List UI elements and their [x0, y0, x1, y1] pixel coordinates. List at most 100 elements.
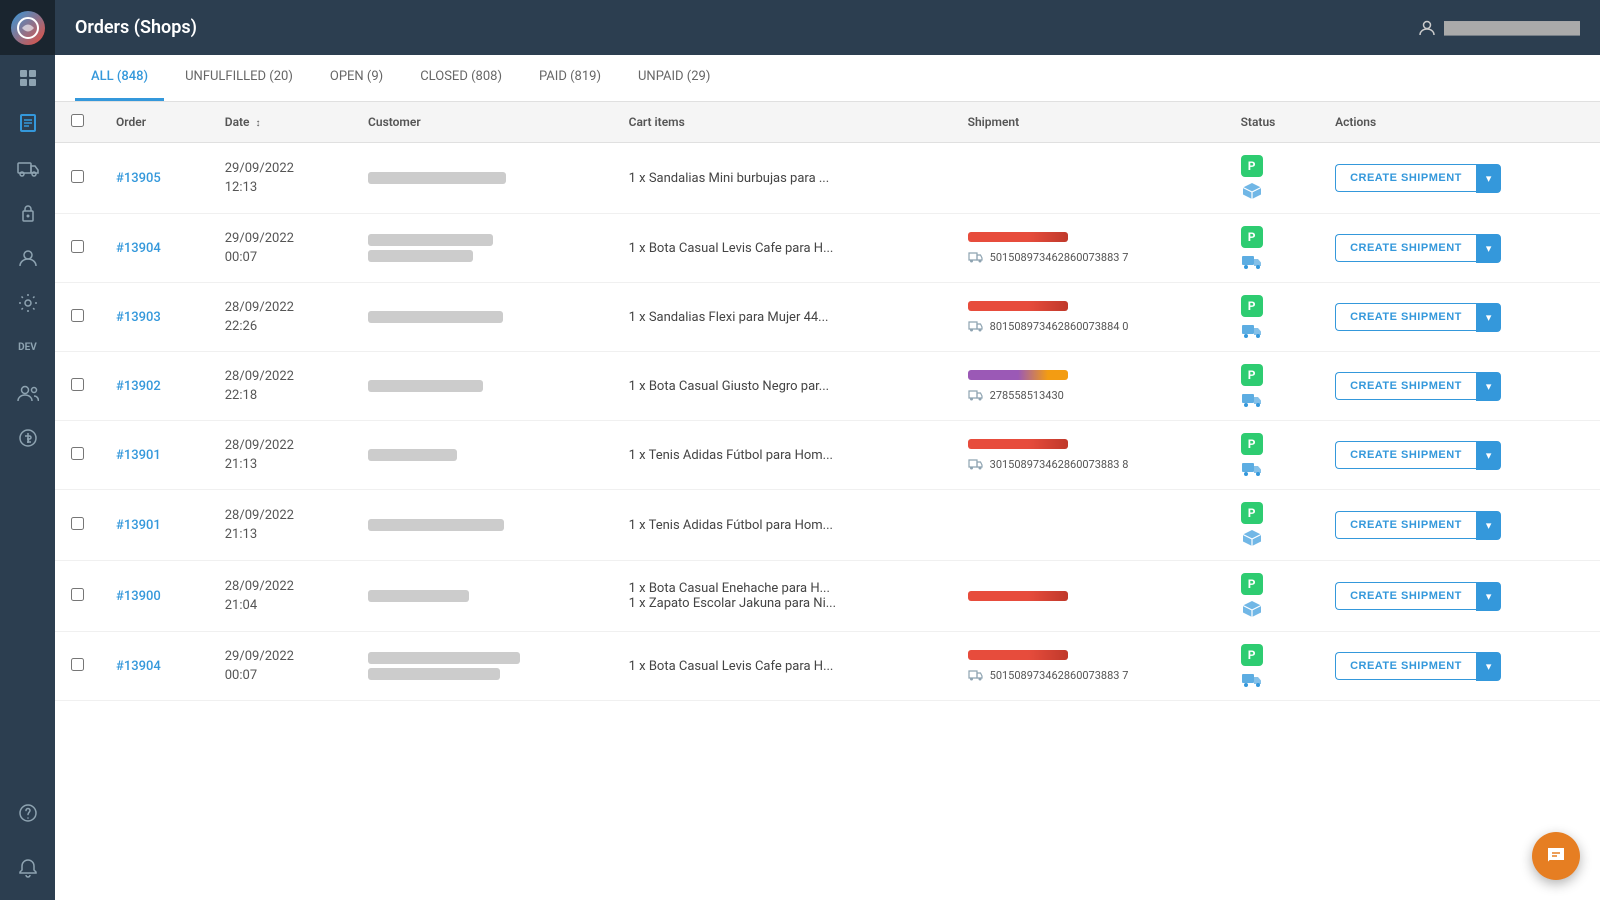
col-date[interactable]: Date ↕: [209, 102, 352, 143]
shipment-cell: [952, 143, 1225, 214]
create-shipment-button[interactable]: CREATE SHIPMENT: [1335, 441, 1476, 469]
shipment-bar: [968, 301, 1068, 311]
select-all-header: [55, 102, 100, 143]
status-cell: P: [1225, 561, 1319, 632]
row-checkbox-1[interactable]: [71, 240, 84, 253]
sidebar-item-help[interactable]: [0, 790, 55, 835]
create-shipment-button[interactable]: CREATE SHIPMENT: [1335, 652, 1476, 680]
order-link-5[interactable]: #13901: [116, 518, 161, 533]
tab-paid[interactable]: PAID (819): [523, 55, 617, 101]
sidebar-item-shipping[interactable]: [0, 145, 55, 190]
shipment-cell: 301508973462860073883 8: [952, 421, 1225, 490]
date-cell: 29/09/202200:07: [209, 632, 352, 701]
sidebar-item-admin[interactable]: [0, 235, 55, 280]
cart-item: 1 x Zapato Escolar Jakuna para Ni...: [629, 596, 936, 611]
shipment-cell: 278558513430: [952, 352, 1225, 421]
create-shipment-wrapper: CREATE SHIPMENT ▾: [1335, 582, 1584, 611]
cart-item: 1 x Sandalias Flexi para Mujer 44...: [629, 310, 829, 325]
create-shipment-button[interactable]: CREATE SHIPMENT: [1335, 372, 1476, 400]
date-cell: 28/09/202221:04: [209, 561, 352, 632]
customer-cell: [352, 143, 613, 214]
cart-item: 1 x Tenis Adidas Fútbol para Hom...: [629, 518, 833, 533]
sidebar-item-security[interactable]: [0, 190, 55, 235]
date-cell: 28/09/202222:18: [209, 352, 352, 421]
create-shipment-button[interactable]: CREATE SHIPMENT: [1335, 511, 1476, 539]
row-checkbox-7[interactable]: [71, 658, 84, 671]
sort-icon: ↕: [255, 118, 260, 129]
tab-closed[interactable]: CLOSED (808): [404, 55, 518, 101]
tab-all[interactable]: ALL (848): [75, 55, 164, 101]
status-cell: P: [1225, 632, 1319, 701]
row-checkbox-2[interactable]: [71, 309, 84, 322]
create-shipment-dropdown[interactable]: ▾: [1476, 164, 1502, 193]
shipment-bar: [968, 650, 1068, 660]
cart-items-cell: 1 x Tenis Adidas Fútbol para Hom...: [613, 421, 952, 490]
row-checkbox-5[interactable]: [71, 517, 84, 530]
actions-cell: CREATE SHIPMENT ▾: [1319, 632, 1600, 701]
create-shipment-button[interactable]: CREATE SHIPMENT: [1335, 582, 1476, 610]
row-checkbox-4[interactable]: [71, 447, 84, 460]
actions-cell: CREATE SHIPMENT ▾: [1319, 352, 1600, 421]
tab-open[interactable]: OPEN (9): [314, 55, 399, 101]
status-badge-p: P: [1241, 226, 1263, 248]
truck-icon: [968, 668, 984, 682]
row-checkbox-3[interactable]: [71, 378, 84, 391]
select-all-checkbox[interactable]: [71, 114, 84, 127]
sidebar-item-settings[interactable]: [0, 280, 55, 325]
order-link-7[interactable]: #13904: [116, 659, 161, 674]
tab-unpaid[interactable]: UNPAID (29): [622, 55, 726, 101]
sidebar-item-orders[interactable]: [0, 100, 55, 145]
table-row: #1390328/09/202222:26 1 x Sandalias Flex…: [55, 283, 1600, 352]
cart-items-cell: 1 x Sandalias Flexi para Mujer 44...: [613, 283, 952, 352]
row-checkbox-6[interactable]: [71, 588, 84, 601]
table-row: #1390128/09/202221:13 1 x Tenis Adidas F…: [55, 490, 1600, 561]
sidebar-item-dashboard[interactable]: [0, 55, 55, 100]
sidebar-item-finance[interactable]: [0, 415, 55, 460]
shipment-bar: [968, 232, 1068, 242]
tab-unfulfilled[interactable]: UNFULFILLED (20): [169, 55, 309, 101]
customer-cell: [352, 283, 613, 352]
order-link-3[interactable]: #13902: [116, 379, 161, 394]
create-shipment-button[interactable]: CREATE SHIPMENT: [1335, 164, 1476, 192]
create-shipment-button[interactable]: CREATE SHIPMENT: [1335, 303, 1476, 331]
order-link-2[interactable]: #13903: [116, 310, 161, 325]
sidebar-item-team[interactable]: [0, 370, 55, 415]
order-link-4[interactable]: #13901: [116, 448, 161, 463]
user-email: ████████████████: [1444, 21, 1580, 35]
actions-cell: CREATE SHIPMENT ▾: [1319, 214, 1600, 283]
cart-item: 1 x Tenis Adidas Fútbol para Hom...: [629, 448, 833, 463]
shipment-bar: [968, 591, 1068, 601]
table-row: #1390429/09/202200:07 1 x Bota Casual Le…: [55, 214, 1600, 283]
shipment-cell: 501508973462860073883 7: [952, 214, 1225, 283]
shipment-cell: [952, 561, 1225, 632]
status-cell: P: [1225, 143, 1319, 214]
orders-table: Order Date ↕ Customer Cart items Shipmen…: [55, 102, 1600, 701]
topbar: Orders (Shops) ████████████████: [55, 0, 1600, 55]
create-shipment-dropdown[interactable]: ▾: [1476, 234, 1502, 263]
truck-icon: [968, 319, 984, 333]
date-cell: 29/09/202200:07: [209, 214, 352, 283]
create-shipment-dropdown[interactable]: ▾: [1476, 511, 1502, 540]
create-shipment-dropdown[interactable]: ▾: [1476, 303, 1502, 332]
sidebar-item-notification[interactable]: [0, 845, 55, 890]
logo[interactable]: [0, 0, 55, 55]
actions-cell: CREATE SHIPMENT ▾: [1319, 283, 1600, 352]
col-order: Order: [100, 102, 209, 143]
create-shipment-dropdown[interactable]: ▾: [1476, 582, 1502, 611]
status-badge-p: P: [1241, 644, 1263, 666]
order-link-0[interactable]: #13905: [116, 171, 161, 186]
chat-button[interactable]: [1532, 832, 1580, 880]
create-shipment-button[interactable]: CREATE SHIPMENT: [1335, 234, 1476, 262]
sidebar-item-dev[interactable]: DEV: [0, 325, 55, 370]
tracking-number: 501508973462860073883 7: [990, 251, 1129, 264]
order-link-1[interactable]: #13904: [116, 241, 161, 256]
tracking-row: 301508973462860073883 8: [968, 457, 1209, 471]
create-shipment-dropdown[interactable]: ▾: [1476, 441, 1502, 470]
tracking-number: 301508973462860073883 8: [990, 458, 1129, 471]
customer-cell: [352, 214, 613, 283]
order-link-6[interactable]: #13900: [116, 589, 161, 604]
create-shipment-dropdown[interactable]: ▾: [1476, 652, 1502, 681]
topbar-user[interactable]: ████████████████: [1418, 19, 1580, 37]
create-shipment-dropdown[interactable]: ▾: [1476, 372, 1502, 401]
row-checkbox-0[interactable]: [71, 170, 84, 183]
